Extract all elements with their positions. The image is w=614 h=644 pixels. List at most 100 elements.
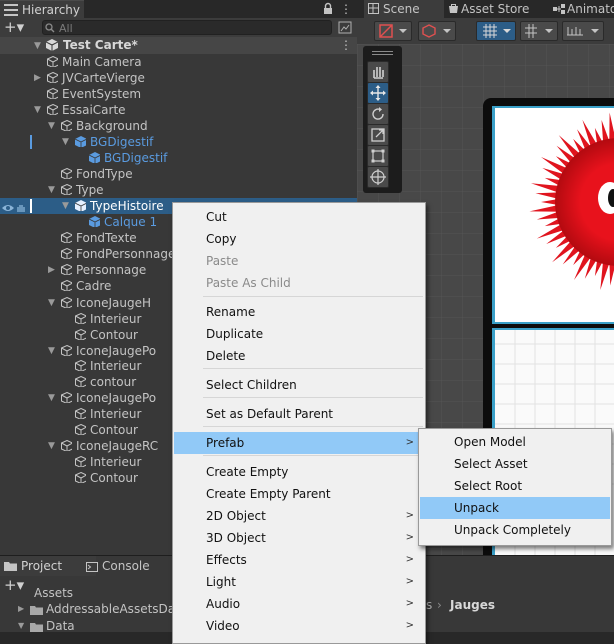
kebab-menu-icon[interactable]: ⋮ (340, 2, 352, 16)
collapse-arrow-icon[interactable]: ▼ (62, 134, 69, 150)
hierarchy-row[interactable]: ▼ Type (0, 182, 357, 198)
expand-arrow-icon[interactable]: ▼ (18, 621, 24, 630)
context-menu-item[interactable]: Effects > (174, 549, 424, 571)
hierarchy-row[interactable]: ▶ JVCarteVierge (0, 70, 357, 86)
gameobject-cube-icon (47, 56, 58, 67)
hierarchy-row[interactable]: ▼ Background (0, 118, 357, 134)
prefab-submenu-item-label: Unpack Completely (454, 523, 571, 537)
context-menu-item[interactable]: Video > (174, 615, 424, 637)
expand-arrow-icon[interactable]: ▼ (34, 38, 41, 54)
expand-arrow-icon[interactable]: ▶ (18, 604, 24, 613)
context-menu-item[interactable]: Set as Default Parent (174, 403, 424, 425)
scene-root-row[interactable]: ▼ Test Carte* (0, 37, 357, 54)
context-menu: Cut Copy Paste Paste As Child Rename Duplicat… (172, 202, 426, 644)
gameobject-cube-icon (61, 120, 72, 131)
collapse-arrow-icon[interactable]: ▼ (48, 438, 55, 454)
expand-arrow-icon[interactable]: ▶ (48, 262, 55, 278)
context-menu-item[interactable]: Rename (174, 301, 424, 323)
transform-tool-icon[interactable] (367, 166, 389, 188)
prefab-submenu-item[interactable]: Unpack Completely (420, 519, 610, 541)
hierarchy-row[interactable]: Main Camera (0, 54, 357, 70)
project-add-button[interactable]: +▾ (4, 576, 34, 594)
expand-arrow-icon[interactable]: ▶ (34, 70, 41, 86)
context-menu-item[interactable]: Delete (174, 345, 424, 367)
prefab-submenu-item-label: Select Asset (454, 457, 528, 471)
visibility-eye-icon[interactable] (2, 201, 14, 211)
gameobject-cube-icon (47, 104, 58, 115)
hierarchy-row[interactable]: EventSystem (0, 86, 357, 102)
context-menu-item-label: Set as Default Parent (206, 407, 334, 421)
context-menu-item[interactable]: Copy (174, 228, 424, 250)
hierarchy-row[interactable]: ▼ EssaiCarte (0, 102, 357, 118)
gameobject-cube-icon (61, 392, 72, 403)
context-menu-item[interactable]: Create Empty Parent (174, 483, 424, 505)
scene-kebab-icon[interactable]: ⋮ (340, 38, 352, 52)
context-menu-item[interactable]: Select Children (174, 374, 424, 396)
collapse-arrow-icon[interactable]: ▼ (48, 390, 55, 406)
grid-visibility-dropdown[interactable] (520, 21, 558, 41)
tab-scene[interactable]: Scene (364, 0, 444, 18)
context-menu-item[interactable]: Prefab > (174, 432, 424, 454)
hierarchy-row-label: BGDigestif (104, 151, 168, 165)
gameobject-cube-icon (61, 168, 72, 179)
prefab-submenu: Open Model Select Asset Select Root Unpack U… (418, 428, 612, 546)
prefab-submenu-item[interactable]: Select Root (420, 475, 610, 497)
collapse-arrow-icon[interactable]: ▼ (48, 118, 55, 134)
collapse-arrow-icon[interactable]: ▼ (62, 198, 69, 214)
collapse-arrow-icon[interactable]: ▼ (48, 343, 55, 359)
context-menu-item[interactable]: Light > (174, 571, 424, 593)
increment-snap-dropdown[interactable] (562, 21, 604, 41)
context-menu-item[interactable]: 3D Object > (174, 527, 424, 549)
hierarchy-row-label: BGDigestif (90, 135, 154, 149)
project-tree-item[interactable]: AddressableAssetsDat (46, 602, 180, 616)
tab-project[interactable]: Project (0, 556, 96, 576)
rect-tool-icon[interactable] (367, 145, 389, 167)
context-menu-item[interactable]: Audio > (174, 593, 424, 615)
context-menu-item[interactable]: Create Empty (174, 461, 424, 483)
collapse-arrow-icon[interactable]: ▼ (48, 295, 55, 311)
hierarchy-row-label: FondType (76, 167, 133, 181)
submenu-chevron-icon: > (405, 598, 414, 609)
scene-visibility-icon[interactable] (338, 21, 352, 34)
pickable-hand-icon[interactable] (16, 201, 26, 212)
scene-tab-icon (368, 3, 379, 14)
hierarchy-row[interactable]: ▼ BGDigestif (0, 134, 357, 150)
gameobject-cube-icon (75, 456, 86, 467)
prefab-submenu-item[interactable]: Unpack (420, 497, 610, 519)
tab-animator[interactable]: Animato (567, 0, 614, 18)
hierarchy-row[interactable]: FondType (0, 166, 357, 182)
context-menu-item-label: Create Empty (206, 465, 289, 479)
context-menu-item-label: Audio (206, 597, 241, 611)
move-tool-icon[interactable] (367, 82, 389, 104)
assets-folder-label[interactable]: Assets (34, 586, 73, 600)
scale-tool-icon[interactable] (367, 124, 389, 146)
add-object-button[interactable]: +▾ (4, 19, 34, 35)
gameobject-cube-icon (75, 376, 86, 387)
context-menu-item[interactable]: Cut (174, 206, 424, 228)
render-mode-dropdown[interactable] (418, 21, 456, 41)
tab-console[interactable]: Console (102, 559, 150, 573)
context-menu-item[interactable]: 2D Object > (174, 505, 424, 527)
context-menu-item[interactable]: Duplicate (174, 323, 424, 345)
context-menu-item-label: Effects (206, 553, 247, 567)
collapse-arrow-icon[interactable]: ▼ (48, 182, 55, 198)
hierarchy-row-label: Interieur (90, 407, 142, 421)
hierarchy-row[interactable]: BGDigestif (0, 150, 357, 166)
rotate-tool-icon[interactable] (367, 103, 389, 125)
lock-icon[interactable] (322, 2, 334, 15)
hierarchy-row-label: Interieur (90, 359, 142, 373)
context-menu-item-label: Delete (206, 349, 246, 363)
draw-mode-dropdown[interactable] (374, 21, 412, 41)
grid-snap-dropdown[interactable] (476, 21, 516, 41)
prefab-submenu-item-label: Open Model (454, 435, 526, 449)
tab-asset-store[interactable]: Asset Store (461, 0, 529, 18)
collapse-arrow-icon[interactable]: ▼ (34, 102, 41, 118)
prefab-submenu-item[interactable]: Select Asset (420, 453, 610, 475)
prefab-override-bar (30, 199, 32, 213)
prefab-submenu-item[interactable]: Open Model (420, 431, 610, 453)
hand-tool-icon[interactable] (367, 61, 389, 83)
context-menu-item-label: Select Children (206, 378, 297, 392)
hierarchy-search-input[interactable]: All (42, 20, 332, 35)
gameobject-cube-icon (75, 472, 86, 483)
hierarchy-tab[interactable]: Hierarchy (0, 0, 84, 19)
